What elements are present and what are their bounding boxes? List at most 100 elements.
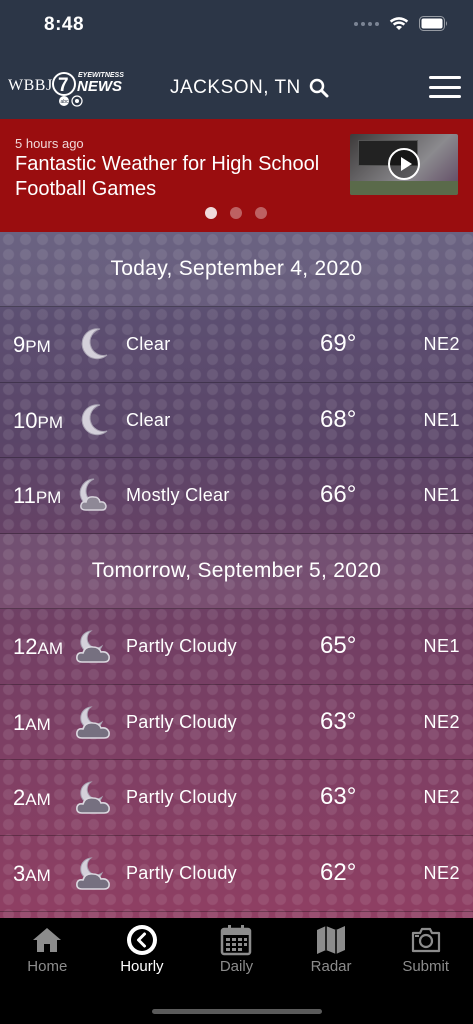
battery-icon <box>419 16 447 31</box>
condition-label: Mostly Clear <box>126 485 230 506</box>
tab-daily[interactable]: Daily <box>189 918 284 978</box>
play-icon[interactable] <box>388 148 420 180</box>
wind: NE2 <box>423 863 460 884</box>
hour-ampm: PM <box>35 488 62 508</box>
hour-time: 10PM <box>13 408 63 434</box>
hour-row[interactable]: 9PM Clear 69° NE2 <box>0 307 473 383</box>
moon-icon <box>74 325 114 365</box>
tab-radar[interactable]: Radar <box>284 918 379 978</box>
hour-number: 1 <box>13 709 26 735</box>
temperature: 63° <box>320 707 357 735</box>
location-selector[interactable]: JACKSON, TN <box>170 77 329 99</box>
wifi-icon <box>389 17 409 30</box>
tab-label: Radar <box>310 958 352 975</box>
hour-time: 12AM <box>13 634 63 660</box>
status-indicators <box>354 16 449 31</box>
cellular-signal-icon <box>354 21 379 26</box>
menu-bar-3 <box>429 95 461 98</box>
partly-cloudy-night-icon <box>74 854 114 894</box>
menu-bar-1 <box>429 76 461 79</box>
hourly-forecast[interactable]: Today, September 4, 2020 9PM Clear 69° NE2 10… <box>0 232 473 918</box>
condition-label: Partly Cloudy <box>126 787 237 808</box>
hour-ampm: PM <box>25 337 51 356</box>
temperature: 63° <box>320 783 357 811</box>
video-thumbnail[interactable] <box>350 134 458 195</box>
hour-number: 3 <box>13 861 26 887</box>
hour-ampm: AM <box>37 639 63 659</box>
wind: NE1 <box>423 409 460 430</box>
hour-ampm: PM <box>37 412 63 432</box>
carousel-dot[interactable] <box>255 207 267 219</box>
search-icon[interactable] <box>309 78 329 98</box>
hour-number: 10 <box>13 407 38 433</box>
partly-cloudy-night-icon <box>74 703 114 743</box>
hour-ampm: AM <box>25 714 51 734</box>
moon-cloud-icon <box>74 476 114 516</box>
wind: NE2 <box>423 787 460 808</box>
carousel-dot[interactable] <box>230 207 242 219</box>
clock-icon <box>126 925 157 955</box>
map-icon <box>317 926 346 954</box>
date-header: Today, September 4, 2020 <box>0 232 473 307</box>
svg-text:NEWS: NEWS <box>77 78 122 95</box>
tab-home[interactable]: Home <box>0 918 95 978</box>
hour-row[interactable]: 3AM Partly Cloudy 62° NE2 <box>0 836 473 912</box>
hour-time: 9PM <box>13 332 51 358</box>
hour-time: 2AM <box>13 785 51 811</box>
tab-label: Daily <box>219 958 254 975</box>
menu-button[interactable] <box>429 76 461 98</box>
wind: NE1 <box>423 636 460 657</box>
wind: NE2 <box>423 334 460 354</box>
tab-submit[interactable]: Submit <box>378 918 473 978</box>
wind: NE1 <box>423 485 460 506</box>
partly-cloudy-night-icon <box>74 627 114 667</box>
location-label: JACKSON, TN <box>170 77 301 98</box>
tab-label: Home <box>27 958 68 975</box>
condition-label: Partly Cloudy <box>126 711 237 732</box>
temperature: 68° <box>320 405 357 433</box>
partly-cloudy-night-icon <box>74 778 114 818</box>
hour-row[interactable]: 12AM Partly Cloudy 65° NE1 <box>0 609 473 685</box>
hour-ampm: AM <box>25 790 51 810</box>
carousel-dots <box>205 207 267 219</box>
hour-number: 12 <box>13 634 38 660</box>
date-header: Tomorrow, September 5, 2020 <box>0 534 473 610</box>
hour-time: 11PM <box>13 483 61 509</box>
thumbnail-field <box>350 181 458 195</box>
hour-ampm: AM <box>25 866 51 886</box>
svg-text:7: 7 <box>58 75 69 96</box>
moon-icon <box>74 401 114 441</box>
home-indicator <box>152 1009 322 1014</box>
svg-text:WBBJ: WBBJ <box>8 77 53 94</box>
condition-label: Partly Cloudy <box>126 863 237 884</box>
svg-text:abc: abc <box>61 99 70 105</box>
carousel-dot[interactable] <box>205 207 217 219</box>
home-icon <box>33 928 62 952</box>
menu-bar-2 <box>429 85 461 89</box>
status-time: 8:48 <box>44 14 85 35</box>
news-banner[interactable]: 5 hours ago Fantastic Weather for High S… <box>0 119 473 232</box>
calendar-icon <box>221 925 252 956</box>
hour-row[interactable]: 2AM Partly Cloudy 63° NE2 <box>0 760 473 837</box>
hour-time: 1AM <box>13 710 51 736</box>
news-time-ago: 5 hours ago <box>15 136 84 151</box>
temperature: 62° <box>320 859 357 887</box>
tab-hourly[interactable]: Hourly <box>95 918 190 978</box>
news-headline[interactable]: Fantastic Weather for High School Footba… <box>15 152 345 202</box>
app-header: WBBJ 7 EYEWITNESS NEWS abc JACKSON, TN <box>0 50 473 119</box>
hour-number: 11 <box>13 483 36 509</box>
hour-row[interactable]: 11PM Mostly Clear 66° NE1 <box>0 458 473 535</box>
hour-number: 9 <box>13 332 26 357</box>
status-bar: 8:48 <box>0 0 473 50</box>
wbbj-logo[interactable]: WBBJ 7 EYEWITNESS NEWS abc <box>8 68 133 110</box>
camera-icon <box>411 927 440 953</box>
hour-row[interactable]: 10PM Clear 68° NE1 <box>0 383 473 459</box>
tab-label: Submit <box>402 958 450 975</box>
hour-row[interactable]: 1AM Partly Cloudy 63° NE2 <box>0 685 473 761</box>
temperature: 69° <box>320 330 357 357</box>
hour-number: 2 <box>13 785 26 811</box>
hour-time: 3AM <box>13 861 51 887</box>
condition-label: Partly Cloudy <box>126 636 237 657</box>
tab-label: Hourly <box>120 958 164 975</box>
wind: NE2 <box>423 711 460 732</box>
